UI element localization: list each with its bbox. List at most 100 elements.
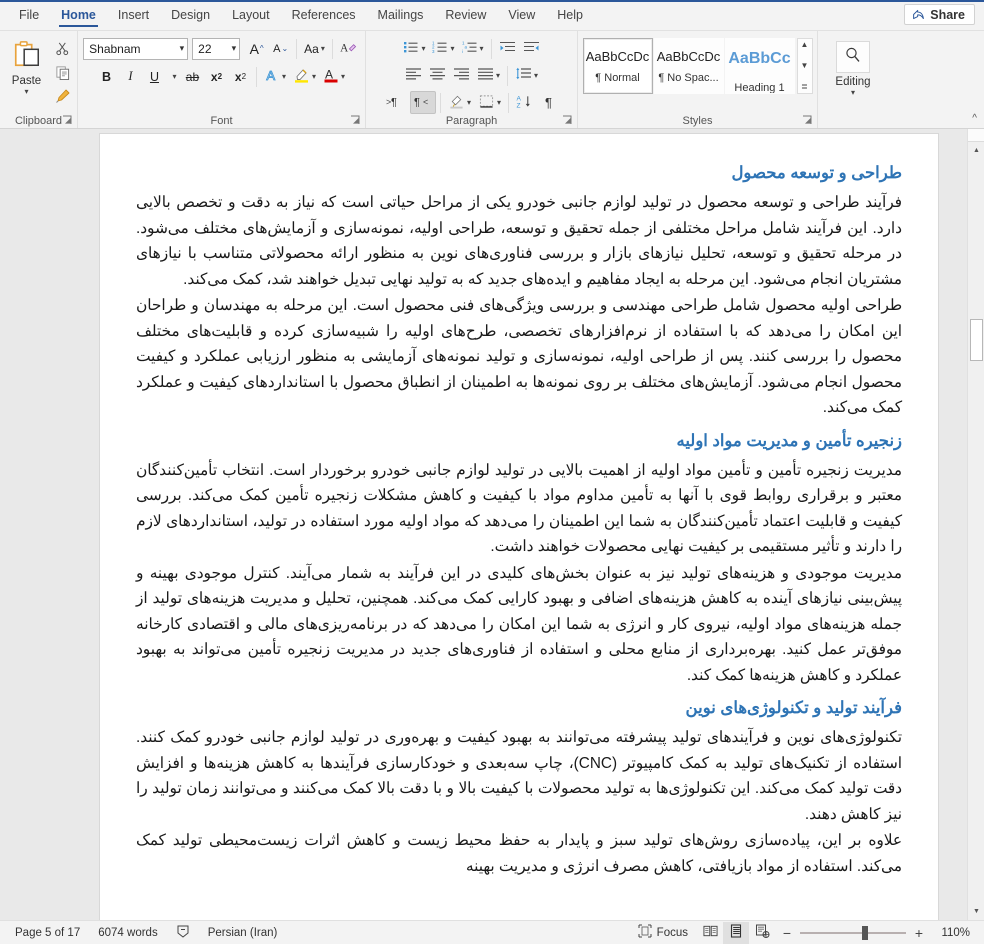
shading-button[interactable]: ▾ bbox=[445, 91, 474, 114]
superscript-button[interactable]: x2 bbox=[229, 65, 252, 88]
superscript-label: x bbox=[234, 69, 242, 84]
subscript-button[interactable]: x2 bbox=[205, 65, 228, 88]
tab-insert[interactable]: Insert bbox=[107, 2, 160, 30]
ltr-text-direction-button[interactable]: > ¶ bbox=[383, 91, 409, 114]
grow-font-button[interactable]: A ^ bbox=[245, 37, 268, 60]
tab-file[interactable]: File bbox=[8, 2, 50, 30]
sort-button[interactable]: AZ bbox=[513, 91, 536, 114]
italic-button[interactable]: I bbox=[119, 65, 142, 88]
focus-mode-button[interactable]: Focus bbox=[629, 922, 697, 944]
scroll-down-button[interactable]: ▼ bbox=[968, 903, 984, 920]
proofing-status[interactable] bbox=[167, 922, 199, 944]
clear-formatting-icon: A bbox=[340, 40, 357, 58]
tab-home[interactable]: Home bbox=[50, 2, 107, 30]
styles-gallery-scroll[interactable]: ▲ ▼ ≣ bbox=[796, 38, 813, 94]
style-heading-1[interactable]: AaBbCс Heading 1 bbox=[724, 38, 795, 94]
scrollbar-thumb[interactable] bbox=[970, 319, 983, 361]
editing-dropdown-icon[interactable]: ▾ bbox=[851, 89, 855, 97]
paragraph-4: مدیریت موجودی و هزینه‌های تولید نیز به ع… bbox=[136, 564, 902, 684]
shrink-font-label: A bbox=[273, 42, 281, 55]
tab-references[interactable]: References bbox=[281, 2, 367, 30]
tab-view[interactable]: View bbox=[497, 2, 546, 30]
tab-design[interactable]: Design bbox=[160, 2, 221, 30]
word-count-status[interactable]: 6074 words bbox=[89, 922, 166, 944]
vertical-scrollbar[interactable]: ▲ ▼ bbox=[967, 129, 984, 920]
paste-button[interactable]: Paste ▾ bbox=[4, 37, 50, 109]
read-mode-button[interactable] bbox=[697, 922, 723, 944]
text-effects-button[interactable]: A ▾ bbox=[261, 65, 289, 88]
shrink-font-button[interactable]: A ⌄ bbox=[269, 37, 292, 60]
style-no-spacing[interactable]: AaBbCcDc ¶ No Spac... bbox=[653, 38, 724, 94]
justify-button[interactable]: ▾ bbox=[474, 64, 503, 87]
zoom-out-button[interactable]: − bbox=[781, 926, 793, 940]
align-center-button[interactable] bbox=[426, 64, 449, 87]
tab-review[interactable]: Review bbox=[434, 2, 497, 30]
chevron-down-icon: ▾ bbox=[466, 98, 471, 107]
increase-indent-button[interactable] bbox=[520, 37, 543, 60]
shading-icon bbox=[448, 94, 465, 112]
italic-label: I bbox=[128, 69, 133, 83]
format-painter-button[interactable] bbox=[52, 88, 74, 109]
print-layout-button[interactable] bbox=[723, 921, 749, 944]
zoom-slider-thumb[interactable] bbox=[862, 925, 868, 940]
align-left-button[interactable] bbox=[402, 64, 425, 87]
styles-scroll-down-icon[interactable]: ▼ bbox=[801, 61, 809, 71]
tab-mailings[interactable]: Mailings bbox=[367, 2, 435, 30]
bold-button[interactable]: B bbox=[95, 65, 118, 88]
underline-button[interactable]: U bbox=[143, 65, 166, 88]
borders-button[interactable]: ▾ bbox=[475, 91, 504, 114]
numbering-button[interactable]: 123 ▾ bbox=[429, 37, 457, 60]
font-size-combo[interactable]: 22 ▾ bbox=[192, 37, 241, 60]
split-window-handle[interactable] bbox=[968, 129, 984, 142]
tab-layout[interactable]: Layout bbox=[221, 2, 281, 30]
proofing-errors-icon bbox=[176, 924, 190, 941]
editing-button[interactable]: Editing ▾ bbox=[835, 35, 871, 97]
decrease-indent-button[interactable] bbox=[496, 37, 519, 60]
zoom-level-label[interactable]: 110% bbox=[932, 927, 970, 939]
zoom-slider-track[interactable] bbox=[800, 925, 906, 940]
strikethrough-button[interactable]: ab bbox=[181, 65, 204, 88]
share-button[interactable]: Share bbox=[904, 4, 975, 25]
align-left-icon bbox=[405, 67, 422, 84]
svg-text:¶: ¶ bbox=[414, 97, 420, 109]
line-spacing-button[interactable]: ▾ bbox=[512, 64, 541, 87]
multilevel-list-button[interactable]: 1ai ▾ bbox=[459, 37, 487, 60]
bullets-button[interactable]: ▾ bbox=[400, 37, 428, 60]
paragraph-dialog-launcher[interactable] bbox=[562, 115, 573, 126]
change-case-button[interactable]: Aa ▾ bbox=[301, 37, 328, 60]
font-name-combo[interactable]: Shabnam ▾ bbox=[83, 37, 189, 60]
language-status[interactable]: Persian (Iran) bbox=[199, 922, 287, 944]
tab-help[interactable]: Help bbox=[546, 2, 594, 30]
document-page[interactable]: طراحی و توسعه محصول فرآیند طراحی و توسعه… bbox=[100, 134, 938, 920]
page-number-status[interactable]: Page 5 of 17 bbox=[6, 922, 89, 944]
rtl-text-direction-button[interactable]: ¶ < bbox=[409, 91, 436, 114]
style-normal[interactable]: AaBbCcDc ¶ Normal bbox=[582, 38, 653, 94]
paste-dropdown-icon[interactable]: ▾ bbox=[24, 88, 28, 96]
web-layout-button[interactable] bbox=[749, 922, 775, 944]
collapse-ribbon-button[interactable]: ^ bbox=[972, 113, 977, 124]
styles-more-icon[interactable]: ≣ bbox=[801, 82, 808, 92]
font-name-value: Shabnam bbox=[89, 41, 141, 56]
line-spacing-icon bbox=[515, 67, 532, 84]
align-right-button[interactable] bbox=[450, 64, 473, 87]
clipboard-dialog-launcher[interactable] bbox=[62, 115, 73, 126]
pilcrow-icon: ¶ bbox=[545, 95, 552, 110]
change-case-label: Aa bbox=[304, 41, 319, 56]
cut-button[interactable] bbox=[52, 40, 74, 61]
focus-label: Focus bbox=[656, 926, 688, 939]
paste-label: Paste bbox=[11, 75, 42, 87]
copy-button[interactable] bbox=[52, 64, 74, 85]
font-dialog-launcher[interactable] bbox=[350, 115, 361, 126]
highlight-button[interactable]: ▾ bbox=[290, 65, 319, 88]
zoom-in-button[interactable]: + bbox=[913, 926, 925, 940]
subscript-label: x bbox=[210, 69, 218, 84]
show-formatting-marks-button[interactable]: ¶ bbox=[537, 91, 560, 114]
scroll-up-button[interactable]: ▲ bbox=[968, 142, 984, 159]
styles-dialog-launcher[interactable] bbox=[802, 115, 813, 126]
styles-scroll-up-icon[interactable]: ▲ bbox=[801, 40, 809, 50]
clear-formatting-button[interactable]: A bbox=[337, 37, 360, 60]
paragraph-6: علاوه بر این، پیاده‌سازی روش‌های تولید س… bbox=[136, 832, 902, 875]
underline-dropdown[interactable]: ▾ bbox=[167, 65, 180, 88]
font-color-button[interactable]: A ▾ bbox=[320, 65, 348, 88]
paragraph-3: مدیریت زنجیره تأمین و تأمین مواد اولیه ا… bbox=[136, 461, 902, 556]
